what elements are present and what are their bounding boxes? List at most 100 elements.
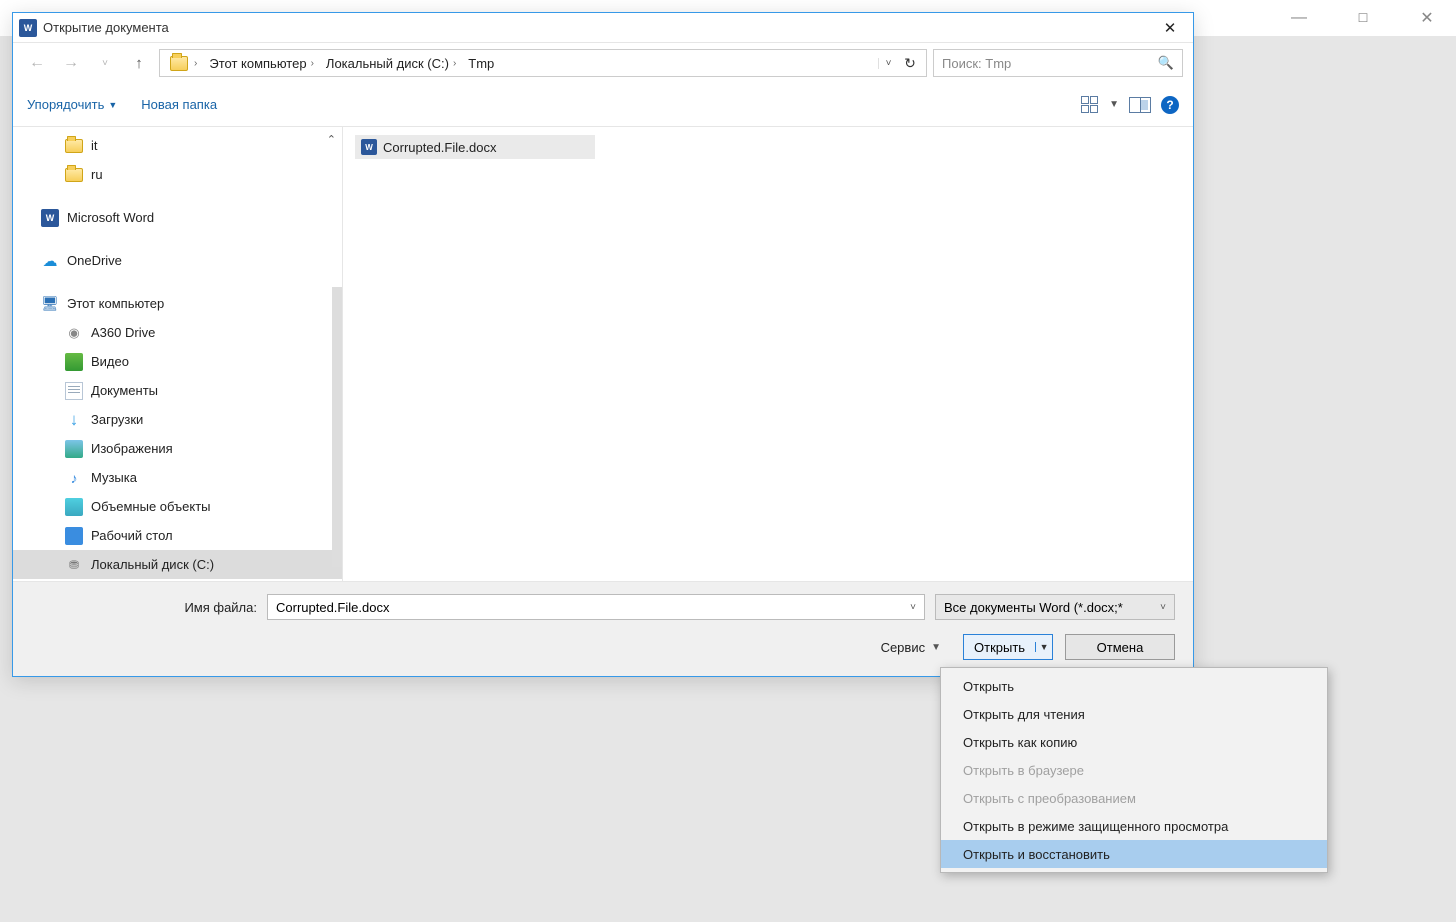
search-box[interactable]: Поиск: Tmp 🔍 xyxy=(933,49,1183,77)
close-button[interactable]: ✕ xyxy=(1404,3,1450,33)
breadcrumb-folder[interactable]: Tmp xyxy=(462,50,500,76)
sidebar-item[interactable]: ru xyxy=(13,160,342,189)
breadcrumb-drive[interactable]: Локальный диск (C:)› xyxy=(320,50,462,76)
filter-value: Все документы Word (*.docx;* xyxy=(944,600,1123,615)
views-icon xyxy=(1081,96,1103,114)
open-dropdown-button[interactable]: ▼ xyxy=(1035,642,1052,652)
preview-pane-button[interactable] xyxy=(1129,97,1151,113)
documents-icon xyxy=(65,382,83,400)
chevron-down-icon: ˅ xyxy=(1160,602,1166,613)
folder-icon xyxy=(65,168,83,182)
dialog-titlebar[interactable]: W Открытие документа ✕ xyxy=(13,13,1193,43)
word-icon: W xyxy=(19,19,37,37)
sidebar-item[interactable]: ◉A360 Drive xyxy=(13,318,342,347)
desktop-icon xyxy=(65,527,83,545)
sidebar-item-label: Microsoft Word xyxy=(67,210,154,225)
tools-menu[interactable]: Сервис ▼ xyxy=(881,640,941,655)
sidebar-item[interactable]: Видео xyxy=(13,347,342,376)
pc-icon: 🖥 xyxy=(41,295,59,313)
sidebar-item[interactable]: Документы xyxy=(13,376,342,405)
help-button[interactable]: ? xyxy=(1161,96,1179,114)
organize-menu[interactable]: Упорядочить ▼ xyxy=(27,97,117,112)
organize-label: Упорядочить xyxy=(27,97,104,112)
cancel-button[interactable]: Отмена xyxy=(1065,634,1175,660)
sidebar-item[interactable]: ⛃ Локальный диск (C:) xyxy=(13,550,342,579)
chevron-down-icon: ▼ xyxy=(931,642,941,653)
word-icon: W xyxy=(361,139,377,155)
dialog-body: ⌃ it ru W Microsoft Word ☁OneDrive 🖥 Этот комп… xyxy=(13,127,1193,581)
filename-label: Имя файла: xyxy=(171,600,257,615)
sidebar-item[interactable]: ↓ Загрузки xyxy=(13,405,342,434)
sidebar-item[interactable]: ♪ Музыка xyxy=(13,463,342,492)
new-folder-button[interactable]: Новая папка xyxy=(141,97,217,112)
sidebar-item-label: Объемные объекты xyxy=(91,499,211,514)
sidebar-item-label: Изображения xyxy=(91,441,173,456)
nav-back-button[interactable]: ← xyxy=(23,49,51,77)
navigation-sidebar: ⌃ it ru W Microsoft Word ☁OneDrive 🖥 Этот комп… xyxy=(13,127,343,581)
onedrive-icon: ☁ xyxy=(41,252,59,270)
file-list-area[interactable]: W Corrupted.File.docx xyxy=(343,127,1193,581)
sidebar-item-label: Видео xyxy=(91,354,129,369)
breadcrumb-root[interactable]: Этот компьютер› xyxy=(203,50,320,76)
minimize-button[interactable]: — xyxy=(1276,3,1322,33)
sidebar-item-label: Локальный диск (C:) xyxy=(91,557,214,572)
maximize-button[interactable]: ☐ xyxy=(1340,3,1386,33)
breadcrumb-folder-icon[interactable]: › xyxy=(164,50,203,76)
sidebar-item[interactable]: 🖥 Этот компьютер xyxy=(13,289,342,318)
sidebar-item[interactable]: Рабочий стол xyxy=(13,521,342,550)
sidebar-item[interactable]: Изображения xyxy=(13,434,342,463)
open-split-button[interactable]: Открыть ▼ xyxy=(963,634,1053,660)
sidebar-item[interactable]: W Microsoft Word xyxy=(13,203,342,232)
menu-item[interactable]: Открыть и восстановить xyxy=(941,840,1327,868)
nav-forward-button[interactable]: → xyxy=(57,49,85,77)
sidebar-item[interactable]: Объемные объекты xyxy=(13,492,342,521)
breadcrumb-drive-label: Локальный диск (C:) xyxy=(326,56,449,71)
downloads-icon: ↓ xyxy=(65,411,83,429)
sidebar-item[interactable]: ☁OneDrive xyxy=(13,246,342,275)
menu-item: Открыть в браузере xyxy=(941,756,1327,784)
breadcrumb-folder-label: Tmp xyxy=(468,56,494,71)
filename-input[interactable]: Corrupted.File.docx ˅ xyxy=(267,594,925,620)
breadcrumb-dropdown[interactable]: ˅ xyxy=(878,58,898,69)
refresh-button[interactable]: ↻ xyxy=(898,55,922,72)
dialog-close-button[interactable]: ✕ xyxy=(1151,15,1189,41)
sidebar-item-label: Документы xyxy=(91,383,158,398)
sidebar-expand-caret[interactable]: ⌃ xyxy=(327,133,336,146)
menu-item[interactable]: Открыть в режиме защищенного просмотра xyxy=(941,812,1327,840)
file-item[interactable]: W Corrupted.File.docx xyxy=(355,135,595,159)
3d-objects-icon xyxy=(65,498,83,516)
sidebar-item-label: Этот компьютер xyxy=(67,296,164,311)
folder-icon xyxy=(170,56,188,71)
music-icon: ♪ xyxy=(65,469,83,487)
sidebar-item-label: it xyxy=(91,138,98,153)
toolbar-row: Упорядочить ▼ Новая папка ▼ ? xyxy=(13,83,1193,127)
file-name: Corrupted.File.docx xyxy=(383,140,496,155)
sidebar-item-label: Загрузки xyxy=(91,412,143,427)
sidebar-item-label: ru xyxy=(91,167,103,182)
open-dropdown-menu: ОткрытьОткрыть для чтенияОткрыть как коп… xyxy=(940,667,1328,873)
sidebar-scrollbar[interactable] xyxy=(332,287,342,567)
open-button[interactable]: Открыть xyxy=(964,635,1035,659)
menu-item: Открыть с преобразованием xyxy=(941,784,1327,812)
chevron-down-icon: ▼ xyxy=(1109,99,1119,110)
breadcrumb-bar[interactable]: › Этот компьютер› Локальный диск (C:)› T… xyxy=(159,49,927,77)
new-folder-label: Новая папка xyxy=(141,97,217,112)
sidebar-item[interactable]: it xyxy=(13,131,342,160)
nav-up-button[interactable]: ↑ xyxy=(125,49,153,77)
dialog-title: Открытие документа xyxy=(43,20,169,35)
menu-item[interactable]: Открыть для чтения xyxy=(941,700,1327,728)
breadcrumb-root-label: Этот компьютер xyxy=(209,56,306,71)
nav-row: ← → ˅ ↑ › Этот компьютер› Локальный диск… xyxy=(13,43,1193,83)
file-type-filter[interactable]: Все документы Word (*.docx;* ˅ xyxy=(935,594,1175,620)
sidebar-item-label: Музыка xyxy=(91,470,137,485)
search-placeholder: Поиск: Tmp xyxy=(942,56,1011,71)
disk-icon: ⛃ xyxy=(65,556,83,574)
filename-value: Corrupted.File.docx xyxy=(276,600,389,615)
menu-item[interactable]: Открыть xyxy=(941,672,1327,700)
sidebar-item-label: A360 Drive xyxy=(91,325,155,340)
nav-history-button[interactable]: ˅ xyxy=(91,49,119,77)
word-icon: W xyxy=(41,209,59,227)
menu-item[interactable]: Открыть как копию xyxy=(941,728,1327,756)
open-dialog: W Открытие документа ✕ ← → ˅ ↑ › Этот ко… xyxy=(12,12,1194,677)
view-options-button[interactable]: ▼ xyxy=(1081,96,1119,114)
